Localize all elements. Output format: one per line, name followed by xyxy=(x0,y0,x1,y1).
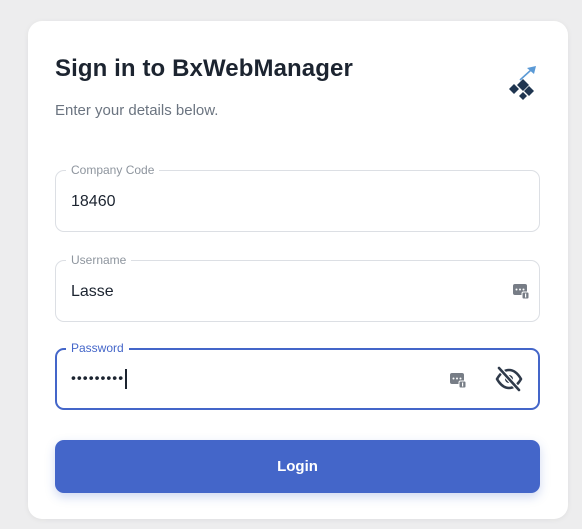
password-input[interactable]: ••••••••• xyxy=(71,369,127,389)
password-field[interactable]: Password ••••••••• xyxy=(55,341,540,410)
page: Sign in to BxWebManager Enter your detai… xyxy=(0,0,582,529)
company-code-label: Company Code xyxy=(66,163,160,177)
text-caret xyxy=(125,369,127,389)
password-manager-key-icon[interactable] xyxy=(449,371,467,389)
login-card: Sign in to BxWebManager Enter your detai… xyxy=(28,21,568,519)
username-field[interactable]: Username Lasse xyxy=(55,253,540,322)
username-input[interactable]: Lasse xyxy=(71,283,114,301)
page-title: Sign in to BxWebManager xyxy=(55,55,353,82)
company-code-field[interactable]: Company Code 18460 xyxy=(55,163,540,232)
username-label: Username xyxy=(66,253,132,267)
password-label: Password xyxy=(66,341,129,355)
password-mask: ••••••••• xyxy=(71,369,125,386)
password-manager-key-icon[interactable] xyxy=(512,282,530,300)
bx-logo-icon xyxy=(509,66,536,100)
eye-slash-icon[interactable] xyxy=(494,366,524,392)
login-button[interactable]: Login xyxy=(55,440,540,493)
page-subtitle: Enter your details below. xyxy=(55,102,219,119)
company-code-input[interactable]: 18460 xyxy=(71,193,116,211)
